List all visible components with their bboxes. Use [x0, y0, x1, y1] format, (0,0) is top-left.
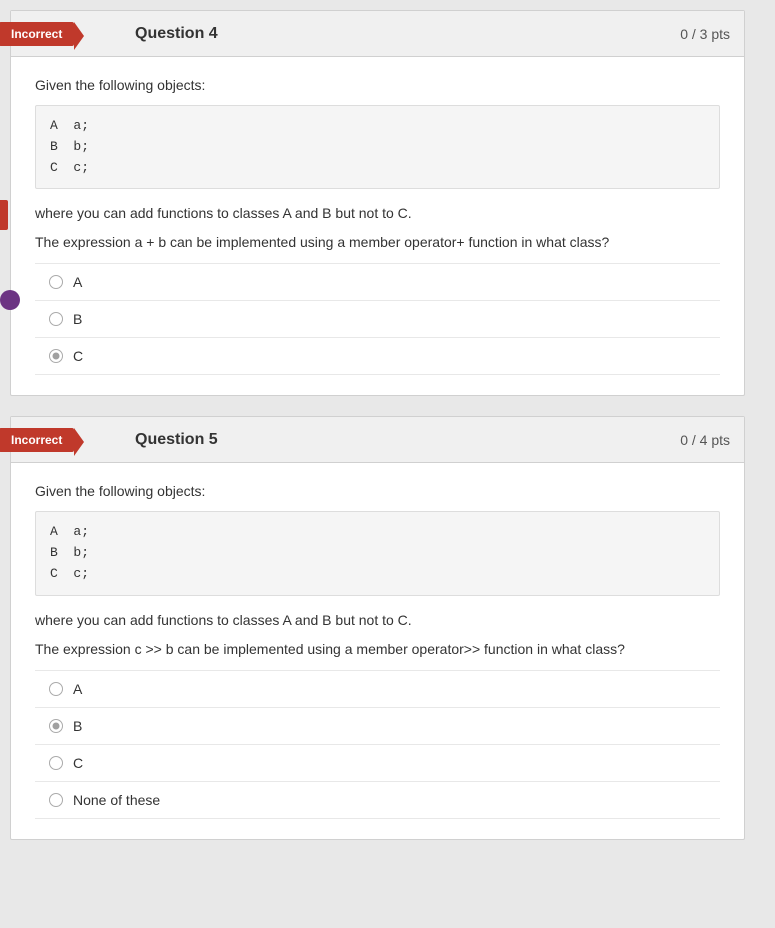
question-5-option-0[interactable]: A — [35, 670, 720, 707]
question-4-body: Given the following objects: A a; B b; C … — [11, 57, 744, 395]
question-4-option-label-0: A — [73, 274, 82, 290]
question-4-title: Question 4 — [135, 25, 218, 43]
page-container: Incorrect Question 4 0 / 3 pts Given the fo… — [0, 0, 775, 860]
question-5-body: Given the following objects: A a; B b; C … — [11, 463, 744, 838]
question-4-score: 0 / 3 pts — [680, 26, 730, 42]
question-4-radio-0[interactable] — [49, 275, 63, 289]
question-4: IncorrectQuestion 40 / 3 ptsGiven the fo… — [10, 10, 745, 396]
question-5-text2: The expression c >> b can be implemented… — [35, 639, 720, 660]
question-5-options: A B C None of these — [35, 670, 720, 819]
question-4-option-0[interactable]: A — [35, 263, 720, 300]
question-5-text1: where you can add functions to classes A… — [35, 610, 720, 631]
question-5-radio-1[interactable] — [49, 719, 63, 733]
question-5-option-label-0: A — [73, 681, 82, 697]
question-5-title: Question 5 — [135, 431, 218, 449]
question-5-option-3[interactable]: None of these — [35, 781, 720, 819]
question-4-option-1[interactable]: B — [35, 300, 720, 337]
question-4-intro: Given the following objects: — [35, 77, 720, 93]
question-5-radio-3[interactable] — [49, 793, 63, 807]
question-5-header: IncorrectQuestion 50 / 4 pts — [11, 417, 744, 463]
question-4-header: IncorrectQuestion 40 / 3 pts — [11, 11, 744, 57]
question-5: IncorrectQuestion 50 / 4 ptsGiven the fo… — [10, 416, 745, 839]
question-5-score: 0 / 4 pts — [680, 432, 730, 448]
question-5-option-label-2: C — [73, 755, 83, 771]
question-5-option-label-3: None of these — [73, 792, 160, 808]
sidebar-indicator — [0, 200, 8, 230]
question-5-option-label-1: B — [73, 718, 82, 734]
question-5-option-1[interactable]: B — [35, 707, 720, 744]
question-4-radio-2[interactable] — [49, 349, 63, 363]
question-4-text1: where you can add functions to classes A… — [35, 203, 720, 224]
question-5-badge: Incorrect — [0, 428, 74, 452]
question-4-option-label-2: C — [73, 348, 83, 364]
question-4-option-2[interactable]: C — [35, 337, 720, 375]
question-4-options: A B C — [35, 263, 720, 375]
question-4-option-label-1: B — [73, 311, 82, 327]
sidebar-dot — [0, 290, 20, 310]
question-4-radio-1[interactable] — [49, 312, 63, 326]
question-5-radio-2[interactable] — [49, 756, 63, 770]
question-4-code: A a; B b; C c; — [35, 105, 720, 189]
question-5-intro: Given the following objects: — [35, 483, 720, 499]
question-5-option-2[interactable]: C — [35, 744, 720, 781]
question-4-badge: Incorrect — [0, 22, 74, 46]
question-4-text2: The expression a + b can be implemented … — [35, 232, 720, 253]
question-5-radio-0[interactable] — [49, 682, 63, 696]
question-5-code: A a; B b; C c; — [35, 511, 720, 595]
